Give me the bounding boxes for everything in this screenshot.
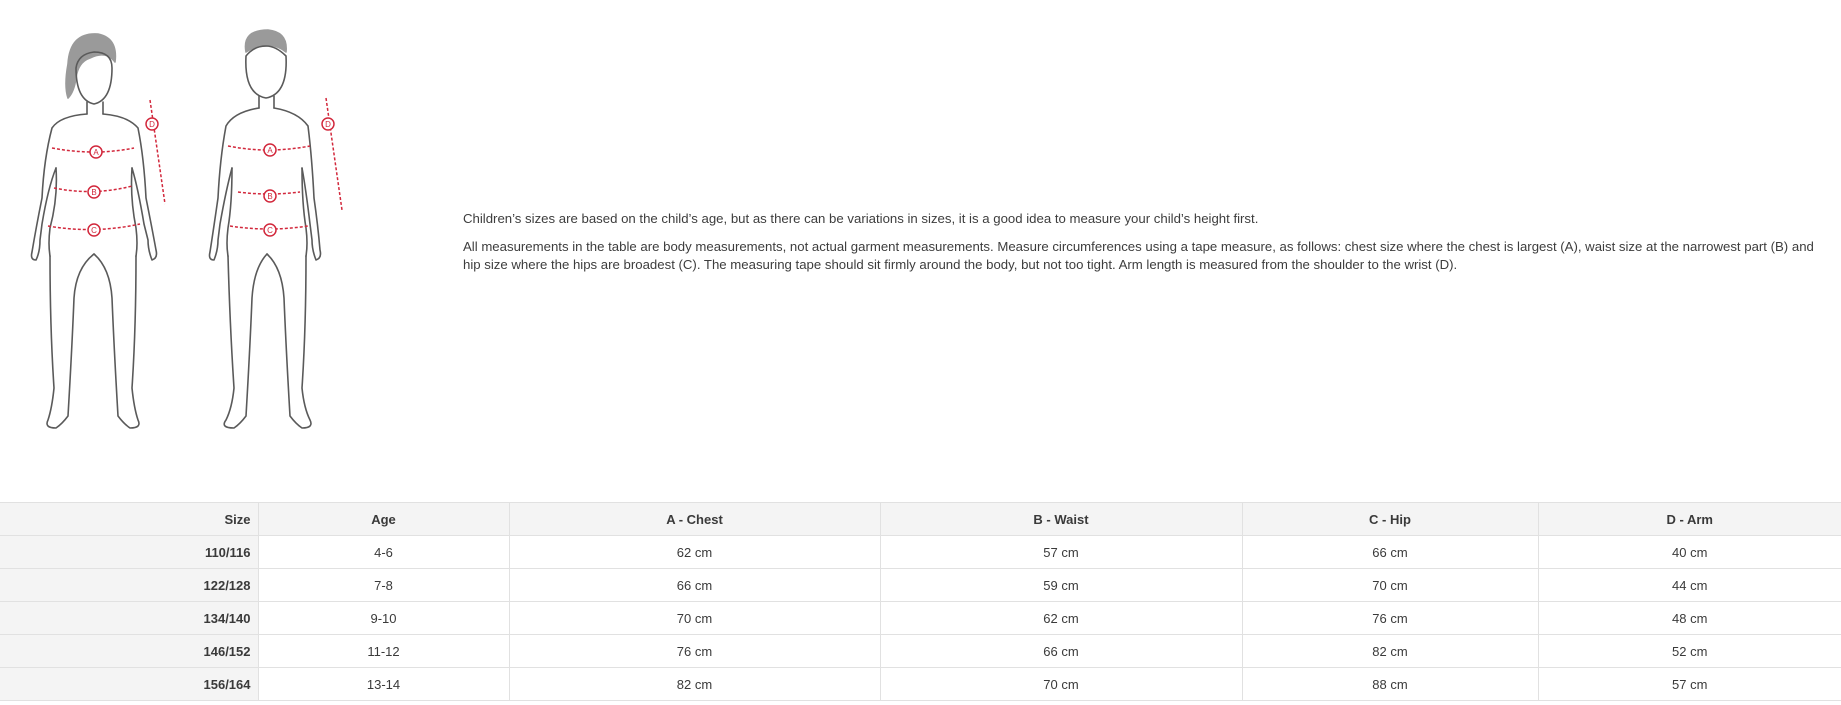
header-waist: B - Waist [879,502,1243,536]
cell-chest: 70 cm [508,601,881,635]
cell-size: 110/116 [0,535,259,569]
cell-size: 156/164 [0,667,259,701]
table-header-row: Size Age A - Chest B - Waist C - Hip D -… [0,502,1841,536]
header-arm: D - Arm [1537,502,1841,536]
cell-chest: 82 cm [508,667,881,701]
svg-text:C: C [267,226,273,235]
body-figures: A B C D A B C D [20,28,360,460]
header-hip: C - Hip [1241,502,1539,536]
info-paragraph-sizes: Children’s sizes are based on the child’… [463,211,1259,226]
cell-arm: 52 cm [1537,634,1841,668]
svg-text:D: D [149,120,155,129]
cell-hip: 88 cm [1241,667,1539,701]
svg-text:C: C [91,226,97,235]
body-figures-illustration: A B C D A B C D [30,29,343,429]
cell-age: 11-12 [257,634,510,668]
cell-chest: 62 cm [508,535,881,569]
cell-waist: 70 cm [879,667,1243,701]
svg-text:B: B [91,188,96,197]
table-row: 146/152 11-12 76 cm 66 cm 82 cm 52 cm [0,634,1841,668]
cell-chest: 66 cm [508,568,881,602]
cell-age: 13-14 [257,667,510,701]
header-chest: A - Chest [508,502,881,536]
boy-marker-labels: A B C D [267,120,331,235]
cell-size: 134/140 [0,601,259,635]
cell-age: 9-10 [257,601,510,635]
svg-text:A: A [267,146,273,155]
svg-text:A: A [93,148,99,157]
measurement-guide: A B C D A B C D Children’s sizes are bas… [0,0,1841,500]
svg-text:D: D [325,120,331,129]
cell-size: 122/128 [0,568,259,602]
cell-arm: 44 cm [1537,568,1841,602]
table-row: 134/140 9-10 70 cm 62 cm 76 cm 48 cm [0,601,1841,635]
cell-age: 7-8 [257,568,510,602]
cell-arm: 57 cm [1537,667,1841,701]
cell-arm: 48 cm [1537,601,1841,635]
header-size: Size [0,502,259,536]
info-paragraph-measurements: All measurements in the table are body m… [463,239,1814,272]
cell-waist: 66 cm [879,634,1243,668]
cell-waist: 57 cm [879,535,1243,569]
svg-text:B: B [267,192,272,201]
measurement-info: Children’s sizes are based on the child’… [463,210,1833,284]
header-age: Age [257,502,510,536]
cell-size: 146/152 [0,634,259,668]
cell-hip: 82 cm [1241,634,1539,668]
table-row: 122/128 7-8 66 cm 59 cm 70 cm 44 cm [0,568,1841,602]
cell-chest: 76 cm [508,634,881,668]
table-row: 156/164 13-14 82 cm 70 cm 88 cm 57 cm [0,667,1841,701]
boy-measurement-marks [227,97,343,237]
cell-waist: 59 cm [879,568,1243,602]
cell-waist: 62 cm [879,601,1243,635]
table-row: 110/116 4-6 62 cm 57 cm 66 cm 40 cm [0,535,1841,569]
cell-hip: 76 cm [1241,601,1539,635]
girl-marker-labels: A B C D [91,120,155,235]
cell-hip: 70 cm [1241,568,1539,602]
size-chart-table: Size Age A - Chest B - Waist C - Hip D -… [0,502,1841,701]
girl-measurement-marks [47,99,166,237]
cell-hip: 66 cm [1241,535,1539,569]
cell-arm: 40 cm [1537,535,1841,569]
cell-age: 4-6 [257,535,510,569]
